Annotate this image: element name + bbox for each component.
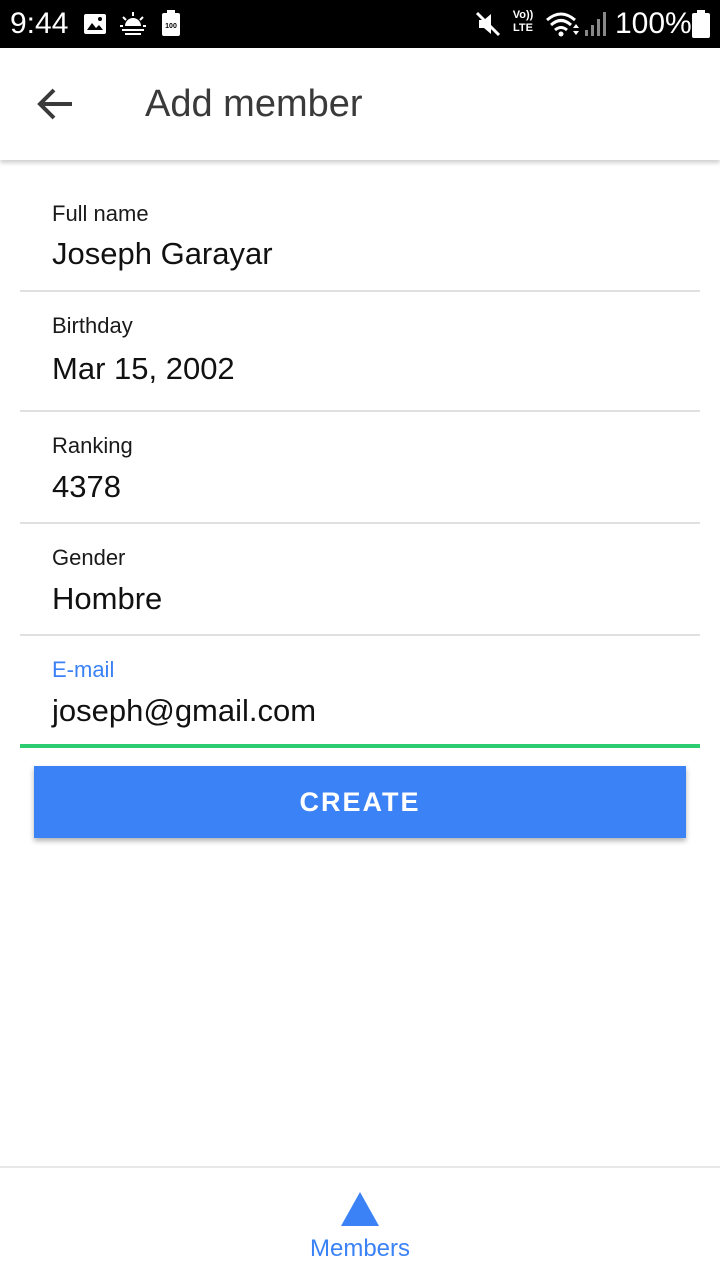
gender-value[interactable]: Hombre bbox=[52, 580, 162, 618]
birthday-value[interactable]: Mar 15, 2002 bbox=[52, 350, 235, 388]
ranking-value[interactable]: 4378 bbox=[52, 468, 121, 506]
nav-label-members: Members bbox=[309, 1235, 411, 1262]
back-button[interactable] bbox=[26, 78, 86, 130]
full-name-field[interactable]: Full name Joseph Garayar bbox=[20, 160, 700, 292]
image-icon bbox=[84, 14, 106, 34]
email-value[interactable]: joseph@gmail.com bbox=[52, 692, 316, 730]
weather-icon bbox=[120, 12, 146, 35]
email-label: E-mail bbox=[52, 657, 115, 682]
birthday-field[interactable]: Birthday Mar 15, 2002 bbox=[20, 292, 700, 412]
svg-text:100: 100 bbox=[165, 23, 177, 30]
mute-icon bbox=[475, 11, 501, 37]
email-field[interactable]: E-mail joseph@gmail.com bbox=[20, 636, 700, 748]
gender-label: Gender bbox=[52, 545, 126, 570]
full-name-value[interactable]: Joseph Garayar bbox=[52, 235, 273, 273]
ranking-label: Ranking bbox=[52, 433, 133, 458]
gender-field[interactable]: Gender Hombre bbox=[20, 524, 700, 636]
bottom-nav: Members bbox=[0, 1166, 720, 1280]
battery-saver-icon: 100 bbox=[162, 10, 180, 36]
status-time: 9:44 bbox=[10, 7, 69, 40]
battery-icon bbox=[692, 10, 710, 38]
ranking-field[interactable]: Ranking 4378 bbox=[20, 412, 700, 524]
birthday-label: Birthday bbox=[52, 313, 133, 338]
nav-item-members[interactable]: Members bbox=[280, 1168, 440, 1280]
full-name-label: Full name bbox=[52, 201, 149, 226]
signal-icon bbox=[585, 12, 606, 36]
status-bar: 9:44 100 Vo)) LTE 100% bbox=[0, 0, 720, 48]
create-button[interactable]: CREATE bbox=[34, 766, 686, 838]
volte-icon: Vo)) LTE bbox=[512, 9, 534, 34]
wifi-icon bbox=[546, 12, 579, 37]
arrow-back-icon bbox=[37, 88, 72, 120]
app-bar: Add member bbox=[0, 48, 720, 160]
battery-percent: 100% bbox=[615, 7, 692, 40]
triangle-icon bbox=[341, 1192, 379, 1226]
member-form: Full name Joseph Garayar Birthday Mar 15… bbox=[20, 160, 700, 748]
page-title: Add member bbox=[145, 83, 363, 125]
